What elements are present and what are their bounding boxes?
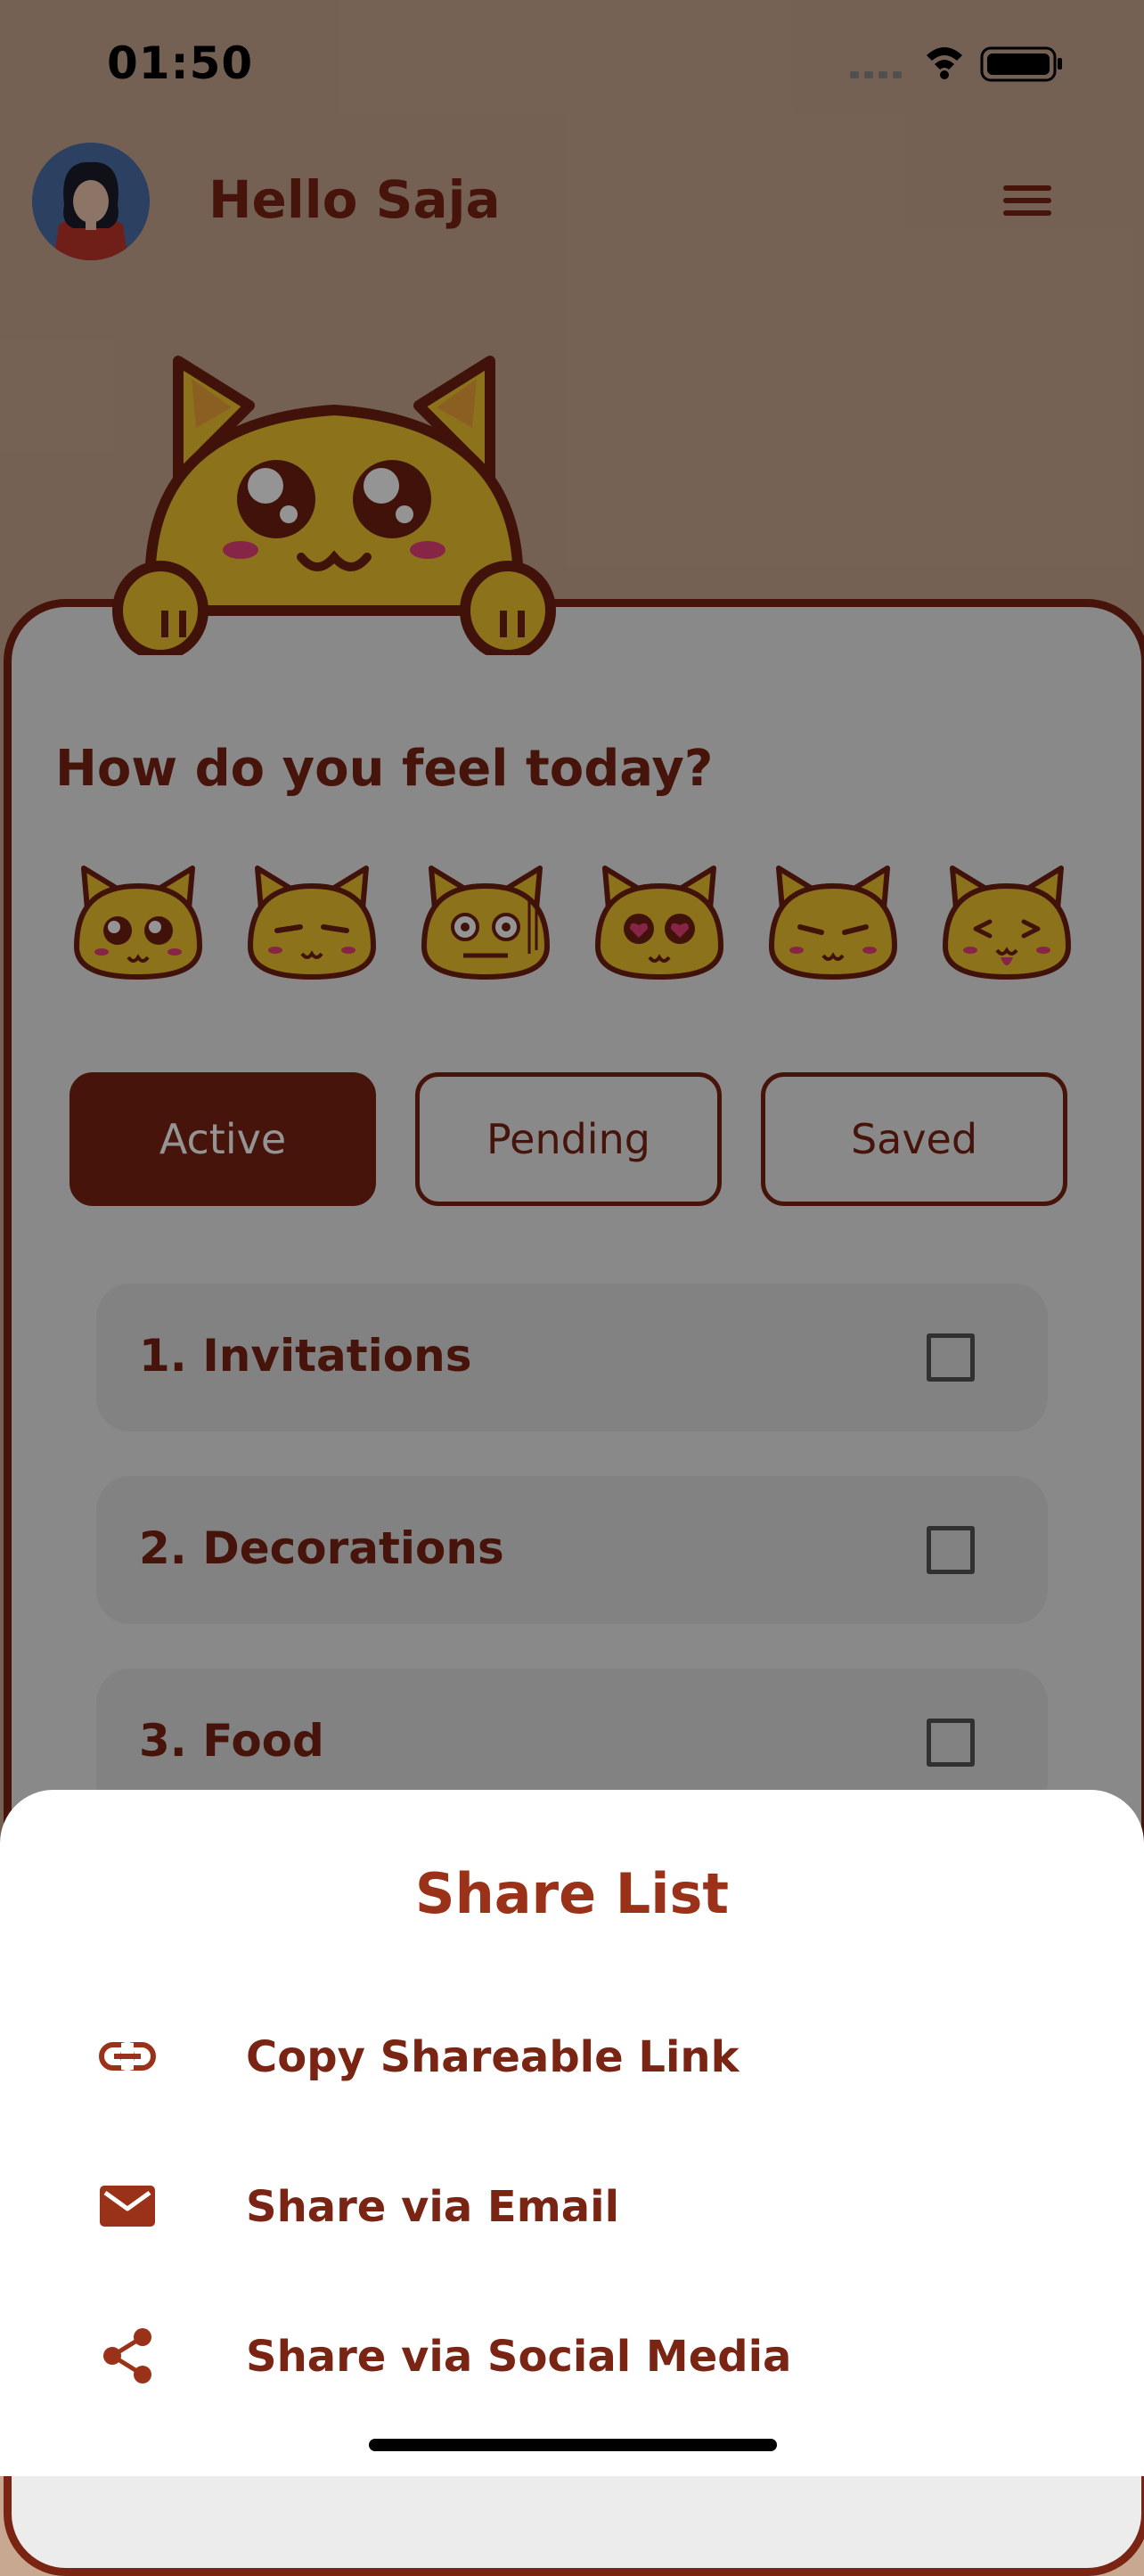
copy-link-label: Copy Shareable Link [246, 2032, 740, 2082]
share-email-option[interactable]: Share via Email [0, 2139, 1144, 2273]
share-sheet: Share List Copy Shareable Link Share via… [0, 1790, 1144, 2476]
share-social-option[interactable]: Share via Social Media [0, 2289, 1144, 2423]
share-social-label: Share via Social Media [246, 2332, 792, 2382]
link-icon [99, 2042, 156, 2071]
share-sheet-title: Share List [414, 1861, 730, 1926]
share-email-label: Share via Email [246, 2182, 620, 2232]
home-indicator[interactable] [369, 2439, 777, 2451]
email-icon [100, 2186, 155, 2227]
copy-link-option[interactable]: Copy Shareable Link [0, 1989, 1144, 2123]
share-icon [103, 2328, 151, 2383]
